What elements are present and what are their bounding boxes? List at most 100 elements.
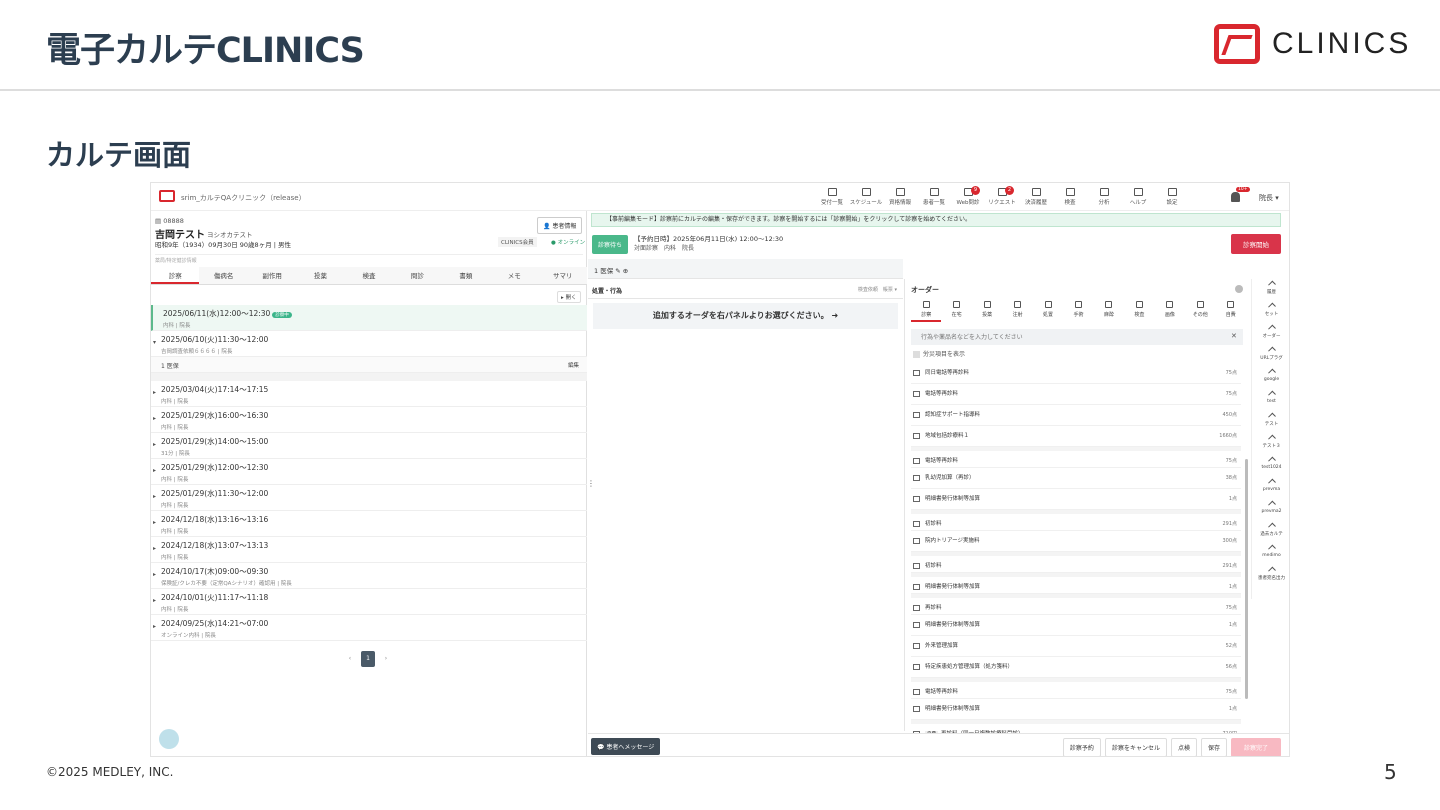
nav-item[interactable]: 決済履歴 [1019, 185, 1053, 206]
order-category[interactable]: 手術 [1063, 301, 1093, 322]
pager-current[interactable]: 1 [361, 651, 375, 667]
bell-icon[interactable] [1231, 192, 1240, 202]
tab-insurance[interactable]: 1 医保 ✎ ⊕ [594, 265, 628, 275]
history-row[interactable]: ▸ 2025/01/29(水)14:00〜15:00 31分 | 院長 [151, 433, 587, 459]
nav-item[interactable]: 患者一覧 [917, 185, 951, 206]
action-tools[interactable]: 検査依頼 帳票 ▾ [858, 286, 897, 293]
sidebar-item[interactable]: テスト３ [1252, 433, 1289, 455]
chevron-right-icon[interactable]: ▸ [153, 467, 156, 474]
chevron-right-icon[interactable]: ▸ [153, 623, 156, 630]
sidebar-item[interactable]: medimo [1252, 543, 1289, 565]
chevron-right-icon[interactable]: ▸ [153, 415, 156, 422]
patient-message-button[interactable]: 💬 患者へメッセージ [591, 738, 661, 755]
sidebar-item[interactable]: 過去カルテ [1252, 521, 1289, 543]
edit-button[interactable]: 編集 [568, 361, 579, 369]
pager-prev[interactable]: ‹ [343, 651, 357, 667]
history-row[interactable]: ▸ 2024/09/25(水)14:21〜07:00 オンライン内科 | 院長 [151, 615, 587, 641]
order-item[interactable]: 同日電話等再診料 75点 [911, 363, 1241, 384]
chevron-right-icon[interactable]: ▸ [153, 597, 156, 604]
pharmacy-note[interactable]: 薬局/特定健診情報 [155, 254, 583, 264]
order-category[interactable]: 処置 [1033, 301, 1063, 322]
sidebar-item[interactable]: テスト [1252, 411, 1289, 433]
nav-item[interactable]: 分析 [1087, 185, 1121, 206]
tab-2[interactable]: 副作用 [248, 267, 296, 284]
chevron-right-icon[interactable]: ▸ [153, 571, 156, 578]
tab-0[interactable]: 診察 [151, 267, 200, 284]
close-icon[interactable] [1235, 285, 1243, 293]
sidebar-item[interactable]: test1024 [1252, 455, 1289, 477]
order-category[interactable]: 麻酔 [1094, 301, 1124, 322]
resize-handle-icon[interactable]: ⋮ [587, 479, 595, 488]
sidebar-item[interactable]: google [1252, 367, 1289, 389]
nav-item[interactable]: Web問診 9 [951, 185, 985, 206]
tab-1[interactable]: 傷病名 [199, 267, 247, 284]
sidebar-item[interactable]: prevma [1252, 477, 1289, 499]
order-category[interactable]: 在宅 [941, 301, 971, 322]
tab-8[interactable]: サマリ [539, 267, 587, 284]
bottom-button[interactable]: 診察予約 [1062, 738, 1101, 756]
order-item[interactable]: 明細書発行体制等加算 1点 [911, 573, 1241, 594]
order-category[interactable]: その他 [1185, 301, 1215, 322]
sidebar-item[interactable]: 履歴 [1252, 279, 1289, 301]
order-item[interactable]: 外来管理加算 52点 [911, 636, 1241, 657]
bottom-button[interactable]: 診察をキャンセル [1104, 738, 1167, 756]
order-item[interactable]: 明細書発行体制等加算 1点 [911, 489, 1241, 510]
bottom-button[interactable]: 保存 [1200, 738, 1227, 756]
history-row[interactable]: ▸ 2025/03/04(火)17:14〜17:15 内科 | 院長 [151, 381, 587, 407]
chevron-right-icon[interactable]: ▸ [153, 389, 156, 396]
open-button[interactable]: ▸ 開く [557, 291, 581, 303]
rousai-checkbox[interactable]: 労災項目を表示 [913, 349, 965, 358]
history-row[interactable]: ▾ 2025/06/10(火)11:30〜12:00 吉岡調査依頼６６６６ | 院長 [151, 331, 587, 357]
history-row[interactable]: ▸ 2025/01/29(水)16:00〜16:30 内科 | 院長 [151, 407, 587, 433]
nav-item[interactable]: 検査 [1053, 185, 1087, 206]
sidebar-item[interactable]: URLプラグ [1252, 345, 1289, 367]
app-logo-icon[interactable] [159, 190, 175, 202]
chevron-down-icon[interactable]: ▾ [153, 339, 156, 346]
nav-item[interactable]: 資格情報 [883, 185, 917, 206]
chevron-right-icon[interactable]: ▸ [153, 545, 156, 552]
history-row[interactable]: 2025/06/11(水)12:00〜12:30 診察中 内科 | 院長 [151, 305, 587, 331]
order-search-input[interactable] [911, 329, 1243, 345]
tab-3[interactable]: 投薬 [296, 267, 344, 284]
finish-exam-button[interactable]: 診察完了 [1230, 738, 1281, 756]
nav-item[interactable]: 設定 [1155, 185, 1189, 206]
history-row[interactable]: ▸ 2024/10/17(木)09:00〜09:30 保険証/クレカ不要（定常QAシ… [151, 563, 587, 589]
scrollbar[interactable] [1245, 459, 1248, 699]
order-category[interactable]: 画像 [1155, 301, 1185, 322]
tab-6[interactable]: 書類 [442, 267, 490, 284]
nav-item[interactable]: リクエスト 2 [985, 185, 1019, 206]
order-item[interactable]: 特定疾患処方管理加算（処方箋料） 56点 [911, 657, 1241, 678]
history-row[interactable]: ▸ 2024/10/01(火)11:17〜11:18 内科 | 院長 [151, 589, 587, 615]
tab-7[interactable]: メモ [490, 267, 538, 284]
order-category[interactable]: 診察 [911, 301, 942, 322]
order-category[interactable]: 検査 [1124, 301, 1154, 322]
pager-next[interactable]: › [379, 651, 393, 667]
order-item[interactable]: 電話等再診料 75点 [911, 447, 1241, 468]
chat-icon[interactable] [159, 729, 179, 749]
exam-status-button[interactable]: 診察待ち [592, 235, 629, 254]
order-item[interactable]: 認知症サポート指導料 450点 [911, 405, 1241, 426]
sidebar-item[interactable]: prevma2 [1252, 499, 1289, 521]
order-category[interactable]: 投薬 [972, 301, 1002, 322]
order-item[interactable]: 電話等再診料 75点 [911, 384, 1241, 405]
nav-item[interactable]: 受付一覧 [815, 185, 849, 206]
chevron-right-icon[interactable]: ▸ [153, 441, 156, 448]
order-item[interactable]: 乳幼児加算（再診） 38点 [911, 468, 1241, 489]
history-row[interactable]: ▸ 2025/01/29(水)12:00〜12:30 内科 | 院長 [151, 459, 587, 485]
order-item[interactable]: 電話等再診料 75点 [911, 678, 1241, 699]
tab-5[interactable]: 問診 [393, 267, 441, 284]
order-item[interactable]: 初診料 291点 [911, 510, 1241, 531]
order-item[interactable]: 初診料 291点 [911, 552, 1241, 573]
order-category[interactable]: 注射 [1002, 301, 1032, 322]
sidebar-item[interactable]: test [1252, 389, 1289, 411]
bottom-button[interactable]: 点検 [1170, 738, 1197, 756]
order-category[interactable]: 自費 [1216, 301, 1246, 322]
order-item[interactable]: 再診料 75点 [911, 594, 1241, 615]
sidebar-item[interactable]: セット [1252, 301, 1289, 323]
tab-4[interactable]: 検査 [345, 267, 393, 284]
nav-item[interactable]: スケジュール [849, 185, 883, 206]
order-item[interactable]: 地域包括診療料１ 1660点 [911, 426, 1241, 447]
order-item[interactable]: 院内トリアージ実施料 300点 [911, 531, 1241, 552]
clear-search-icon[interactable]: ✕ [1231, 332, 1237, 340]
user-menu[interactable]: 院長 ▾ [1259, 193, 1279, 203]
